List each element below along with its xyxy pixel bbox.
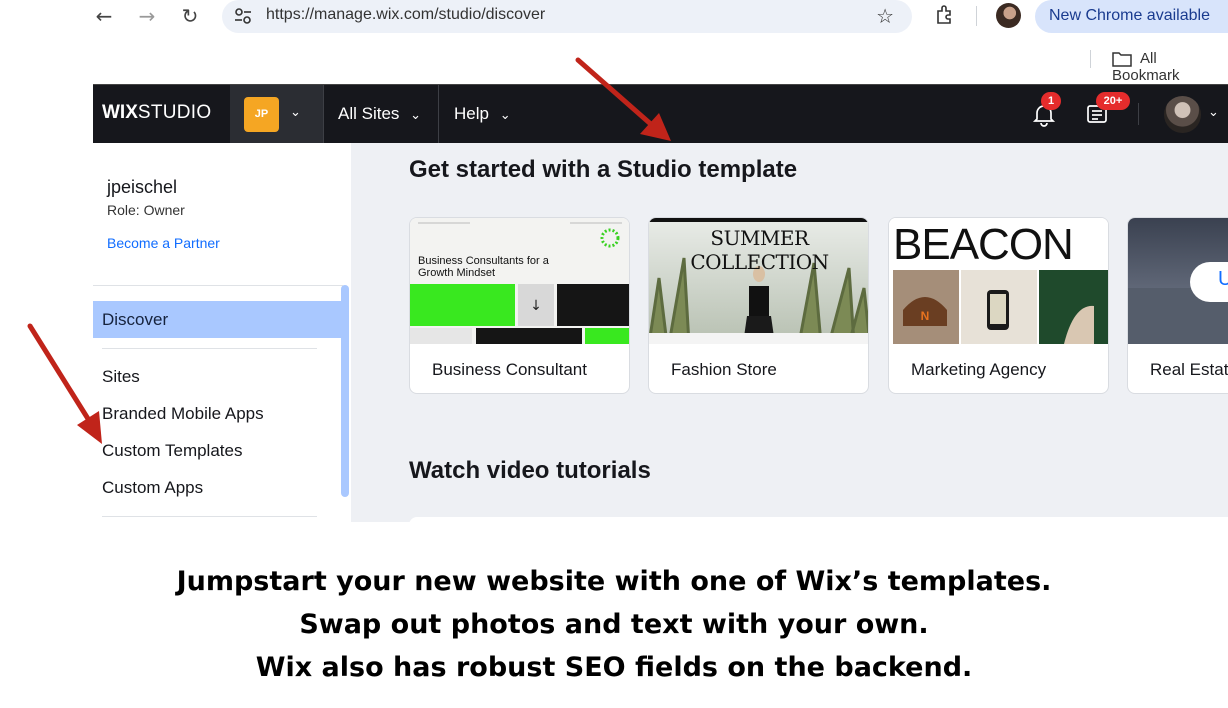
svg-text:↓: ↓ [530, 298, 542, 314]
sidebar-divider [102, 516, 317, 517]
templates-section-title: Get started with a Studio template [409, 156, 798, 183]
all-bookmarks[interactable]: All Bookmark [1112, 50, 1228, 84]
new-chrome-label: New Chrome available [1049, 7, 1210, 24]
main-content: Get started with a Studio template ↓ Bus… [351, 143, 1228, 522]
template-label: Fashion Store [671, 360, 777, 379]
sidebar-divider [102, 348, 317, 349]
svg-text:N: N [921, 309, 930, 323]
all-sites-label: All Sites [338, 104, 400, 123]
sidebar-divider [93, 285, 343, 286]
template-label: Marketing Agency [911, 360, 1047, 379]
real-estate-preview [1128, 218, 1228, 344]
template-card-real-estate[interactable]: U Real Estat [1127, 217, 1228, 394]
forward-icon[interactable]: → [135, 4, 159, 28]
all-sites-menu[interactable]: All Sites ⌄ [338, 104, 421, 124]
caption-line: Swap out photos and text with your own. [299, 609, 929, 640]
thumbnail-headline: U [1218, 268, 1228, 291]
browser-toolbar: ← → ↻ https://manage.wix.com/studio/disc… [0, 0, 1228, 36]
news-badge: 20+ [1096, 92, 1130, 110]
avatar[interactable] [1164, 96, 1201, 133]
wix-studio-logo[interactable]: WIXSTUDIO [102, 102, 211, 124]
chevron-down-icon: ⌄ [290, 105, 301, 120]
business-consultant-preview: ↓ [410, 218, 629, 344]
sidebar-item-custom-templates[interactable]: Custom Templates [102, 441, 242, 461]
chevron-down-icon: ⌄ [499, 108, 511, 123]
sidebar-scrollbar[interactable] [341, 285, 349, 497]
become-partner-link[interactable]: Become a Partner [107, 235, 220, 251]
template-thumbnail: SUMMER COLLECTION [649, 218, 868, 344]
logo-studio: STUDIO [137, 102, 212, 123]
user-name: jpeischel [107, 177, 178, 197]
sidebar: jpeischel Role: Owner Become a Partner D… [93, 143, 351, 522]
template-thumbnail: U [1128, 218, 1228, 344]
wix-header: WIXSTUDIO JP ⌄ All Sites ⌄ Help ⌄ 1 20+ … [93, 84, 1228, 144]
template-thumbnail: ↓ Business Consultants for a Growth Mind… [410, 218, 629, 344]
folder-icon [1112, 52, 1132, 67]
site-info-icon[interactable] [232, 5, 254, 27]
logo-wix: WIX [102, 102, 138, 123]
toolbar-divider [976, 6, 977, 26]
sidebar-item-discover[interactable]: Discover [93, 301, 343, 338]
sidebar-item-custom-apps[interactable]: Custom Apps [102, 478, 203, 498]
header-divider [323, 85, 324, 144]
chevron-down-icon[interactable]: ⌄ [1208, 105, 1219, 120]
video-card[interactable] [409, 517, 1228, 522]
template-card-marketing-agency[interactable]: N BEACON Marketing Agency [888, 217, 1109, 394]
header-divider [1138, 103, 1139, 125]
extensions-icon[interactable] [933, 3, 957, 27]
user-role: Role: Owner [107, 202, 185, 218]
url-text[interactable]: https://manage.wix.com/studio/discover [266, 6, 545, 24]
sidebar-item-branded-mobile-apps[interactable]: Branded Mobile Apps [102, 404, 264, 424]
new-chrome-button[interactable]: New Chrome available [1035, 0, 1228, 33]
back-icon[interactable]: ← [92, 4, 116, 28]
arrow-to-custom-templates [27, 323, 102, 444]
workspace-switcher[interactable]: JP ⌄ [230, 85, 323, 144]
chevron-down-icon: ⌄ [410, 108, 422, 123]
videos-section-title: Watch video tutorials [409, 457, 651, 484]
thumbnail-headline: BEACON [893, 220, 1074, 269]
thumbnail-headline: Business Consultants for a Growth Mindse… [418, 255, 549, 279]
reload-icon[interactable]: ↻ [178, 4, 202, 28]
workspace-badge: JP [244, 97, 279, 132]
help-label: Help [454, 104, 489, 123]
template-card-fashion-store[interactable]: SUMMER COLLECTION Fashion Store [648, 217, 869, 394]
profile-avatar[interactable] [996, 3, 1021, 28]
template-card-business-consultant[interactable]: ↓ Business Consultants for a Growth Mind… [409, 217, 630, 394]
help-menu[interactable]: Help ⌄ [454, 104, 511, 124]
address-bar[interactable]: https://manage.wix.com/studio/discover ☆ [222, 0, 912, 33]
notifications-badge: 1 [1041, 92, 1061, 110]
caption: Jumpstart your new website with one of W… [0, 560, 1228, 689]
template-label: Business Consultant [432, 360, 587, 379]
caption-line: Wix also has robust SEO fields on the ba… [255, 652, 973, 683]
sidebar-item-label: Discover [102, 310, 169, 329]
star-icon[interactable]: ☆ [876, 4, 894, 28]
bookmarks-divider [1090, 50, 1091, 68]
sidebar-item-sites[interactable]: Sites [102, 367, 140, 387]
thumbnail-headline: SUMMER COLLECTION [690, 226, 829, 274]
template-thumbnail: N BEACON [889, 218, 1108, 344]
template-label: Real Estat [1150, 360, 1228, 379]
caption-line: Jumpstart your new website with one of W… [176, 566, 1052, 597]
header-divider [438, 85, 439, 144]
